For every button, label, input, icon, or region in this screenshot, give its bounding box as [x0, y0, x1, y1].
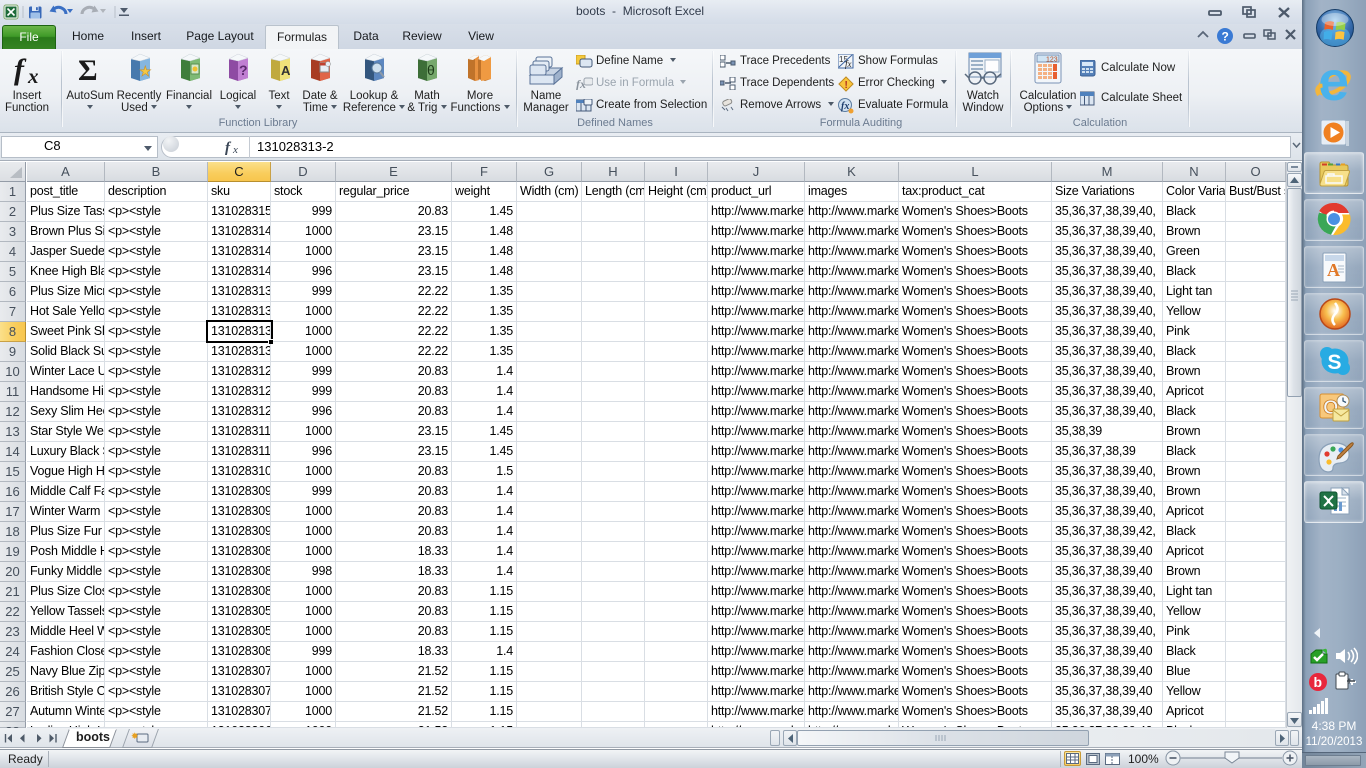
- svg-text:f: f: [14, 53, 27, 86]
- svg-text:S: S: [1328, 351, 1342, 374]
- svg-text:x: x: [232, 144, 238, 155]
- svg-text:✸: ✸: [131, 731, 139, 741]
- svg-text:fx: fx: [845, 59, 852, 69]
- svg-text:A: A: [281, 63, 291, 78]
- svg-text:★: ★: [139, 63, 152, 79]
- svg-text:θ: θ: [427, 62, 435, 78]
- svg-text:?: ?: [239, 62, 248, 78]
- svg-text:Σ: Σ: [78, 54, 98, 85]
- svg-text:!: !: [845, 80, 848, 91]
- svg-text:fx: fx: [841, 101, 849, 112]
- svg-text:123: 123: [1046, 57, 1058, 64]
- svg-text:x: x: [27, 64, 39, 87]
- svg-text:?: ?: [1222, 30, 1229, 44]
- svg-text:A: A: [1327, 260, 1340, 280]
- svg-text:b: b: [1314, 674, 1323, 690]
- svg-text:e: e: [1318, 64, 1349, 104]
- svg-text:f: f: [225, 140, 232, 155]
